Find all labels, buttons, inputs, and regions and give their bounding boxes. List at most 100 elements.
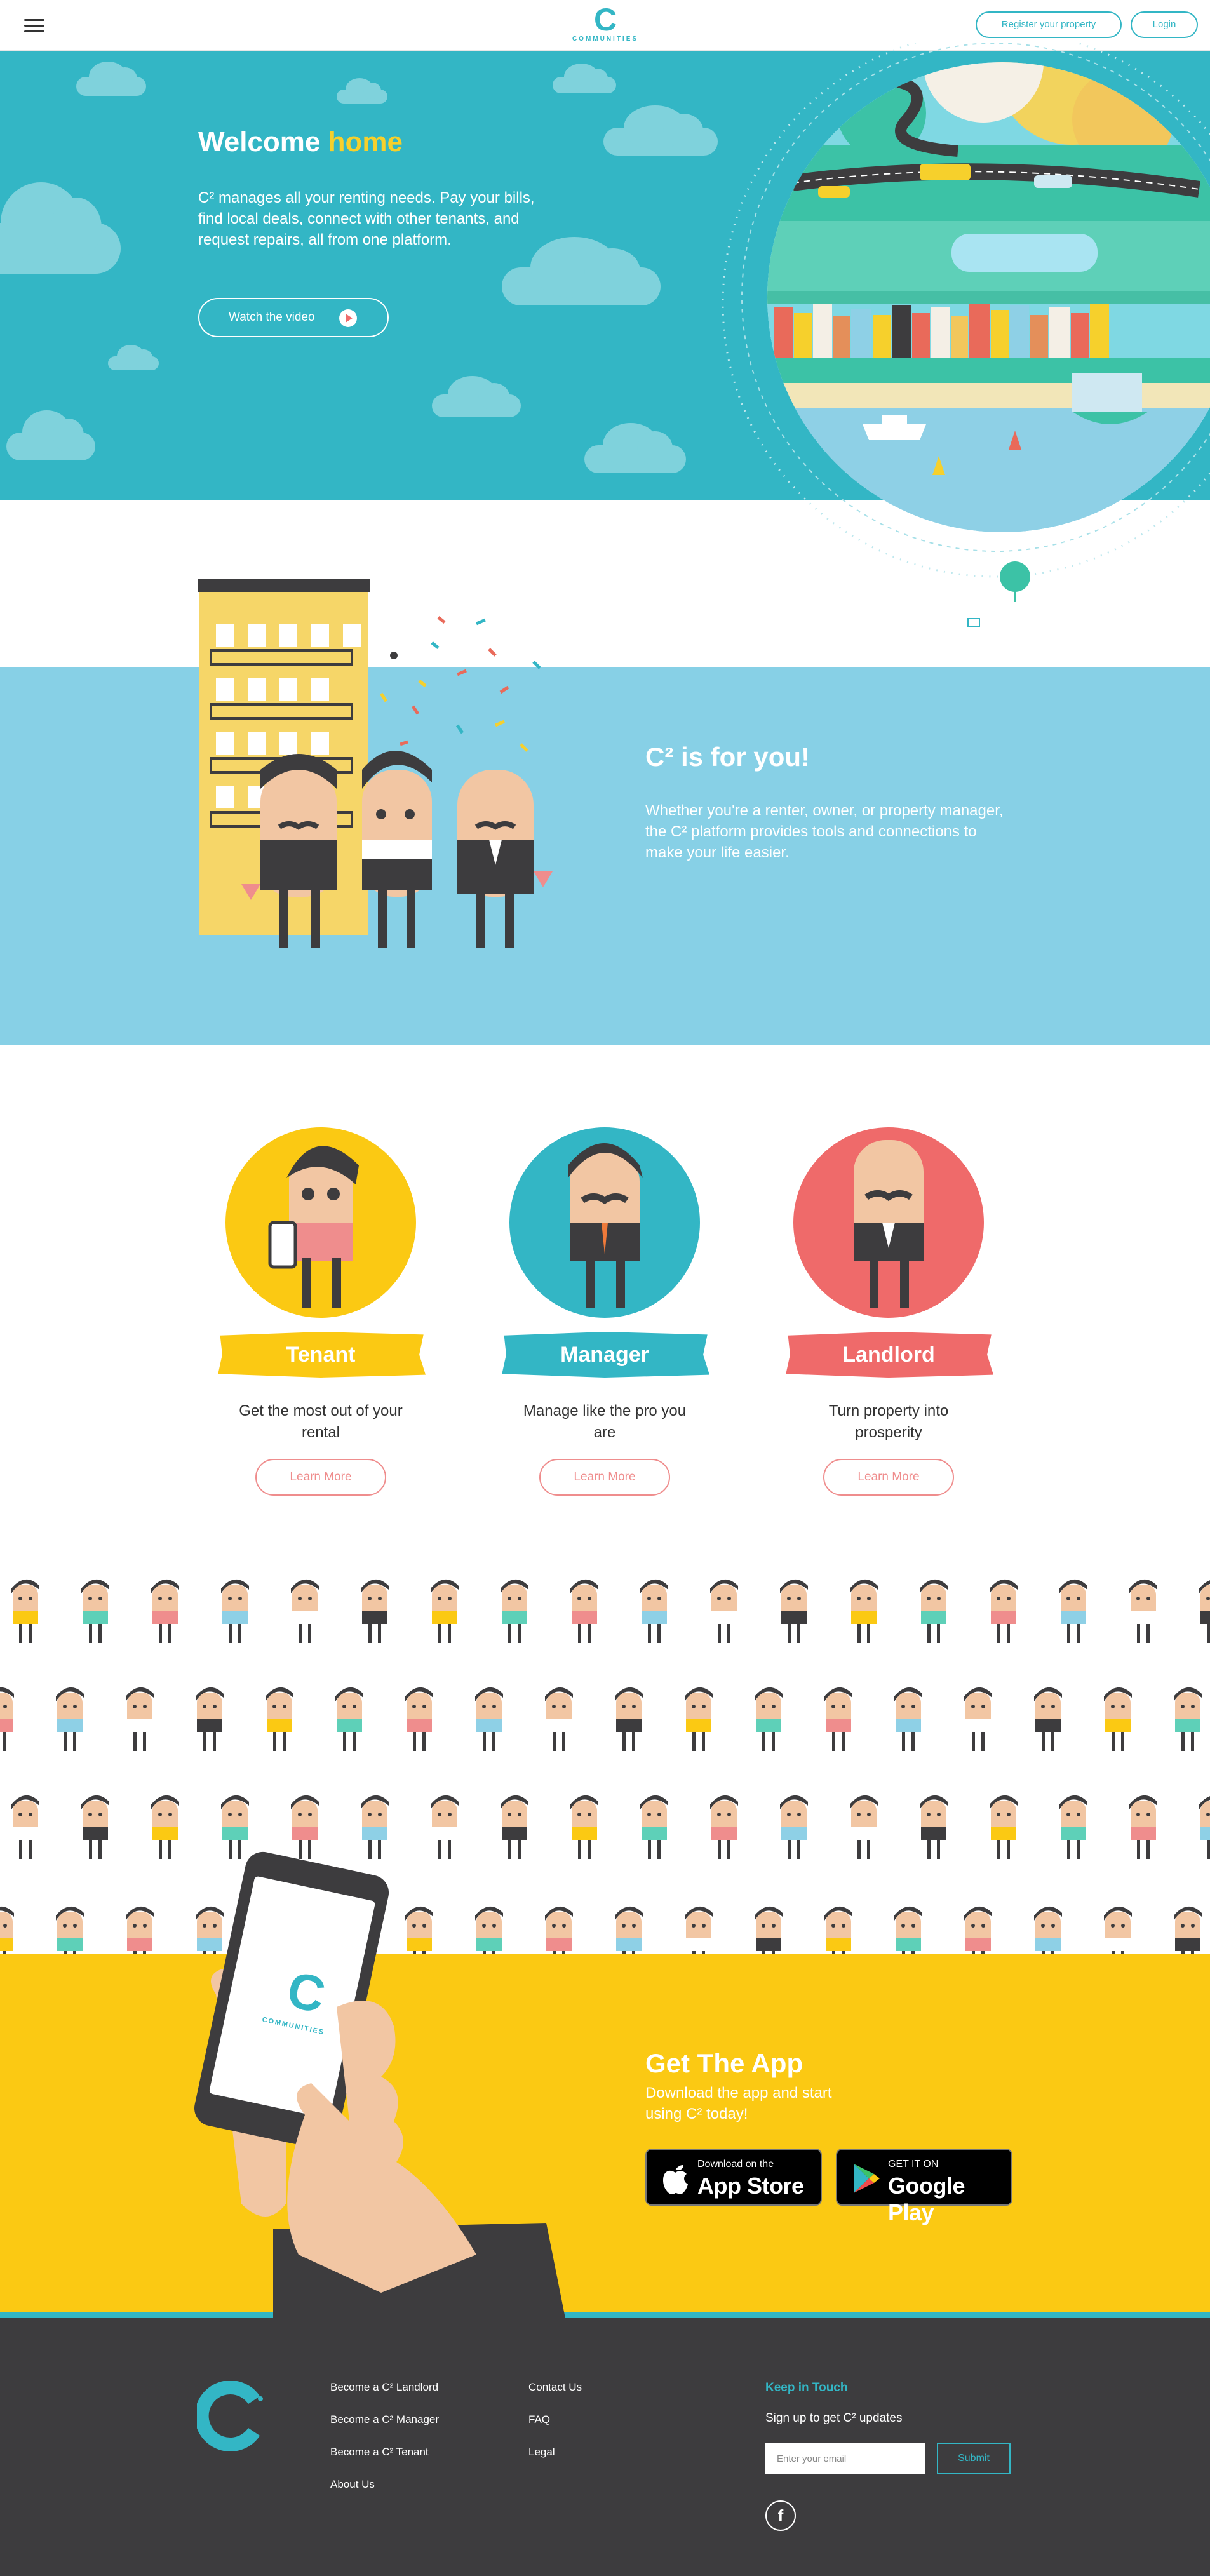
pattern-character (824, 1687, 852, 1751)
cloud-decoration (6, 410, 95, 460)
get-app-title: Get The App (645, 2048, 803, 2078)
footer-links-primary: Become a C² Landlord Become a C² Manager… (330, 2381, 439, 2511)
pattern-character (685, 1906, 713, 1954)
facebook-icon[interactable]: f (765, 2500, 796, 2531)
footer-link-become-manager[interactable]: Become a C² Manager (330, 2413, 439, 2426)
pattern-character (405, 1687, 433, 1751)
pattern-character (1199, 1795, 1210, 1859)
cloud-decoration (0, 182, 121, 274)
pattern-character (1129, 1579, 1157, 1643)
role-desc-manager: Manage like the pro you are (523, 1402, 687, 1441)
pattern-character (824, 1906, 852, 1954)
people-pattern-decoration (0, 1566, 1210, 1954)
site-logo[interactable]: C COMMUNITIES (564, 4, 647, 48)
for-you-title: C² is for you! (645, 742, 810, 772)
pattern-character (1034, 1906, 1062, 1954)
pattern-character (1059, 1579, 1087, 1643)
pattern-character (291, 1579, 319, 1643)
cloud-decoration (603, 105, 718, 156)
cloud-decoration (553, 64, 616, 93)
pattern-character (1104, 1906, 1132, 1954)
email-input[interactable] (765, 2443, 925, 2474)
submit-button[interactable]: Submit (937, 2443, 1011, 2474)
pattern-character (850, 1579, 878, 1643)
pattern-character (126, 1906, 154, 1954)
footer-links-secondary: Contact Us FAQ Legal (528, 2381, 582, 2478)
menu-icon[interactable] (24, 19, 44, 33)
footer-link-become-tenant[interactable]: Become a C² Tenant (330, 2446, 439, 2459)
pattern-character (151, 1795, 179, 1859)
pattern-character (126, 1687, 154, 1751)
pattern-character (81, 1795, 109, 1859)
footer-link-become-landlord[interactable]: Become a C² Landlord (330, 2381, 439, 2394)
pattern-character (710, 1795, 738, 1859)
learn-more-tenant-button[interactable]: Learn More (255, 1459, 386, 1496)
role-badge-tenant: Tenant (218, 1332, 426, 1378)
learn-more-manager-button[interactable]: Learn More (539, 1459, 670, 1496)
pattern-character (755, 1906, 783, 1954)
pattern-character (361, 1579, 389, 1643)
pattern-character (990, 1795, 1018, 1859)
pattern-character (11, 1795, 39, 1859)
pattern-character (640, 1795, 668, 1859)
hero-title: Welcome home (198, 126, 403, 158)
cloud-decoration (337, 78, 387, 104)
apple-icon (663, 2165, 688, 2194)
pattern-character (56, 1906, 84, 1954)
pattern-character (1199, 1579, 1210, 1643)
pattern-character (894, 1687, 922, 1751)
pattern-character (920, 1579, 948, 1643)
pattern-character (1174, 1687, 1202, 1751)
role-badge-manager: Manager (502, 1332, 709, 1378)
pattern-character (640, 1579, 668, 1643)
pattern-character (545, 1687, 573, 1751)
app-store-button[interactable]: Download on the App Store (645, 2149, 822, 2206)
cloud-decoration (584, 422, 686, 473)
pattern-character (0, 1687, 14, 1751)
pattern-character (221, 1579, 249, 1643)
footer-link-faq[interactable]: FAQ (528, 2413, 582, 2426)
celebrating-characters-illustration (198, 579, 553, 948)
google-play-button[interactable]: GET IT ON Google Play (836, 2149, 1012, 2225)
footer-link-contact-us[interactable]: Contact Us (528, 2381, 582, 2394)
city-globe-illustration (722, 43, 1210, 627)
logo-letter: C (593, 2, 617, 37)
google-play-icon (854, 2164, 880, 2193)
pattern-character (710, 1579, 738, 1643)
login-button[interactable]: Login (1131, 11, 1198, 38)
footer-logo[interactable] (197, 2381, 267, 2451)
pattern-character (685, 1687, 713, 1751)
register-property-button[interactable]: Register your property (976, 11, 1122, 38)
cloud-decoration (108, 345, 159, 370)
google-play-label: Google Play (888, 2173, 965, 2225)
role-card-landlord: Landlord Turn property into prosperity L… (781, 1127, 997, 1496)
get-app-section: Get The App Download the app and start u… (0, 1954, 1210, 2312)
learn-more-landlord-button[interactable]: Learn More (823, 1459, 954, 1496)
pattern-character (850, 1795, 878, 1859)
pattern-character (1034, 1687, 1062, 1751)
pattern-character (780, 1795, 808, 1859)
pattern-character (11, 1579, 39, 1643)
pattern-character (196, 1687, 224, 1751)
app-store-label: App Store (697, 2173, 804, 2199)
role-badge-landlord: Landlord (786, 1332, 993, 1378)
hero-description: C² manages all your renting needs. Pay y… (198, 189, 535, 248)
play-icon (339, 309, 357, 327)
watch-video-button[interactable]: Watch the video (198, 298, 389, 337)
signup-text: Sign up to get C² updates (765, 2412, 903, 2425)
pattern-character (475, 1687, 503, 1751)
footer-link-legal[interactable]: Legal (528, 2446, 582, 2459)
role-desc-landlord: Turn property into prosperity (828, 1402, 949, 1441)
pattern-character (335, 1687, 363, 1751)
pattern-character (755, 1687, 783, 1751)
hero-title-accent: home (328, 126, 403, 158)
pattern-character (920, 1795, 948, 1859)
for-you-section: C² is for you! Whether you're a renter, … (0, 667, 1210, 1045)
footer-link-about-us[interactable]: About Us (330, 2478, 439, 2491)
cloud-decoration (76, 62, 146, 96)
keep-in-touch-title: Keep in Touch (765, 2381, 848, 2394)
role-desc-tenant: Get the most out of your rental (239, 1402, 403, 1441)
cloud-decoration (502, 237, 661, 305)
pattern-character (0, 1906, 14, 1954)
pattern-character (615, 1687, 643, 1751)
